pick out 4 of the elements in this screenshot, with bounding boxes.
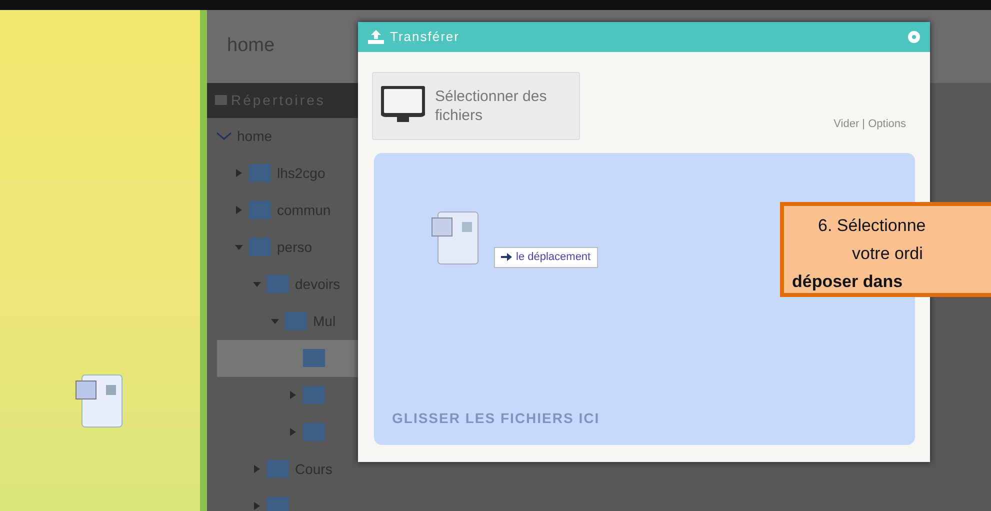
dialog-title: Transférer [390,28,460,46]
drop-hint: GLISSER LES FICHIERS ICI [392,409,600,428]
callout-text: déposer dans [791,271,904,293]
drag-tooltip: le déplacement [494,247,598,268]
